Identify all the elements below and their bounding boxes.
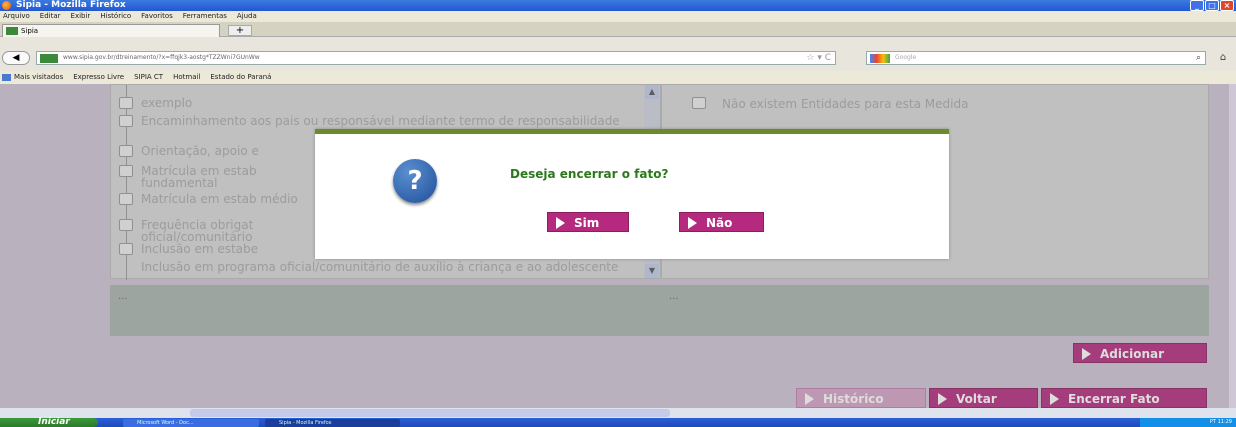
bookmark-star-icon[interactable]: ☆ ▾ C (806, 52, 831, 64)
window-titlebar: Sipia - Mozilla Firefox _ □ × (0, 0, 1236, 11)
url-text: www.sipia.gov.br/dtreinamento/?x=ffqjk3-… (63, 54, 260, 61)
minimize-button[interactable]: _ (1190, 0, 1204, 11)
maximize-button[interactable]: □ (1205, 0, 1219, 11)
bookmark-sipia-ct[interactable]: SIPIA CT (134, 71, 163, 84)
search-placeholder: Google (895, 54, 917, 61)
bookmark-expresso-livre[interactable]: Expresso Livre (73, 71, 124, 84)
system-tray-clock: PT 11:29 (1140, 418, 1236, 427)
confirm-dialog: ? Deseja encerrar o fato? Sim Não (315, 129, 949, 259)
start-button[interactable]: Iniciar (0, 418, 98, 427)
bookmark-mais-visitados[interactable]: Mais visitados (14, 71, 63, 84)
sipia-favicon-icon (6, 27, 18, 35)
taskbar-item-firefox[interactable]: Sipia - Mozilla Firefox (265, 419, 400, 427)
menu-favoritos[interactable]: Favoritos (141, 11, 173, 22)
tab-sipia[interactable]: Sipia (2, 24, 220, 37)
firefox-icon (2, 1, 11, 10)
menu-ferramentas[interactable]: Ferramentas (183, 11, 227, 22)
nao-button[interactable]: Não (679, 212, 764, 232)
tabbar: Sipia + (0, 22, 1236, 37)
new-tab-button[interactable]: + (228, 25, 252, 36)
horizontal-scrollbar[interactable] (0, 408, 1236, 418)
bookmark-estado-parana[interactable]: Estado do Paraná (210, 71, 271, 84)
scrollbar-thumb[interactable] (190, 409, 670, 417)
menu-editar[interactable]: Editar (40, 11, 61, 22)
home-icon[interactable]: ⌂ (1214, 51, 1232, 65)
url-bar[interactable]: www.sipia.gov.br/dtreinamento/?x=ffqjk3-… (36, 51, 836, 65)
back-button[interactable]: ◀ (2, 51, 30, 65)
dialog-message: Deseja encerrar o fato? (510, 167, 669, 181)
menu-arquivo[interactable]: Arquivo (3, 11, 30, 22)
bookmarks-bar: Mais visitados Expresso Livre SIPIA CT H… (0, 71, 1236, 84)
window-title: Sipia - Mozilla Firefox (16, 0, 126, 10)
taskbar: Iniciar Microsoft Word - Doc... Sipia - … (0, 418, 1236, 427)
bookmarks-icon (2, 74, 11, 81)
site-identity-icon (40, 54, 58, 63)
navigation-bar: ◀ www.sipia.gov.br/dtreinamento/?x=ffqjk… (0, 37, 1236, 71)
menu-exibir[interactable]: Exibir (71, 11, 91, 22)
bookmark-hotmail[interactable]: Hotmail (173, 71, 200, 84)
sim-button[interactable]: Sim (547, 212, 629, 232)
question-icon: ? (393, 159, 437, 203)
menubar: Arquivo Editar Exibir Histórico Favorito… (0, 11, 1236, 22)
tab-label: Sipia (21, 27, 39, 35)
menu-ajuda[interactable]: Ajuda (237, 11, 257, 22)
close-button[interactable]: × (1220, 0, 1234, 11)
search-icon[interactable]: ⌕ (1196, 52, 1201, 64)
google-icon (870, 54, 890, 63)
taskbar-item-word[interactable]: Microsoft Word - Doc... (123, 419, 259, 427)
search-bar[interactable]: Google ⌕ (866, 51, 1206, 65)
menu-historico[interactable]: Histórico (100, 11, 131, 22)
